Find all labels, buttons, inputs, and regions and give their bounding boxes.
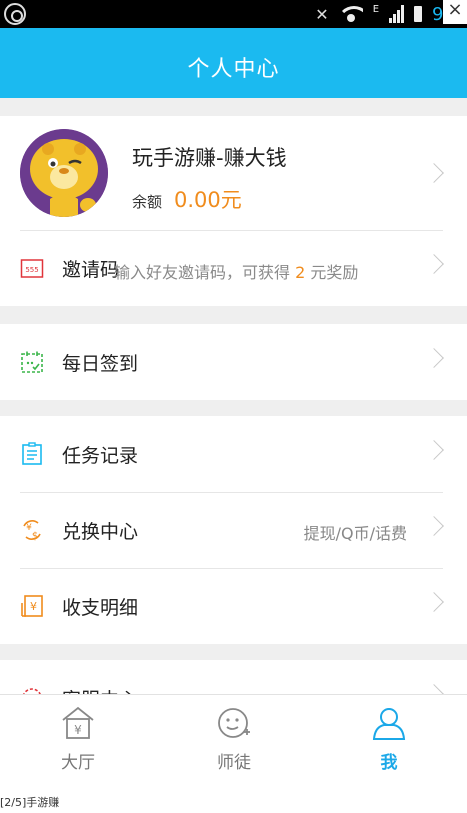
chevron-right-icon: [424, 516, 444, 536]
svg-text:$: $: [32, 531, 38, 542]
image-caption: [2/5]手游赚: [0, 796, 60, 809]
notification-icon: [4, 3, 26, 25]
chevron-right-icon: [424, 163, 444, 183]
nav-tab-lobby[interactable]: ¥ 大厅: [0, 695, 156, 787]
lion-avatar-icon: [20, 129, 108, 217]
divider: [20, 230, 443, 231]
page-title: 个人中心: [187, 57, 280, 82]
svg-text:¥: ¥: [30, 600, 37, 613]
mute-icon: ✕: [315, 4, 329, 24]
nav-label-me: 我: [380, 753, 398, 773]
task-records-label: 任务记录: [62, 445, 139, 467]
income-expense-label: 收支明细: [62, 597, 139, 619]
chevron-right-icon: [424, 592, 444, 612]
balance-label: 余额: [132, 193, 163, 211]
daily-checkin-row[interactable]: 每日签到: [0, 324, 467, 400]
section-gap: [0, 306, 467, 324]
lobby-icon: ¥: [60, 705, 96, 741]
network-type: E: [372, 3, 380, 15]
nav-label-mentor: 师徒: [217, 753, 251, 773]
income-expense-row[interactable]: ¥ 收支明细: [0, 568, 467, 644]
section-gap: [0, 98, 467, 116]
task-records-row[interactable]: 任务记录: [0, 416, 467, 492]
invite-code-input[interactable]: 输入好友邀请码，可获得 2 元奖励: [114, 259, 358, 283]
invite-code-label: 邀请码: [62, 259, 120, 281]
signal-icon: [389, 5, 405, 23]
invite-code-row[interactable]: 555 邀请码 输入好友邀请码，可获得 2 元奖励: [0, 230, 467, 306]
close-icon[interactable]: ×: [443, 0, 467, 24]
chevron-right-icon: [424, 348, 444, 368]
clipboard-icon: [20, 442, 44, 466]
status-bar: ✕ E 9:4: [0, 0, 467, 28]
section-gap: [0, 400, 467, 416]
mentor-icon: [216, 705, 252, 741]
divider: [20, 492, 443, 493]
yuan-ledger-icon: ¥: [20, 594, 44, 618]
currency-exchange-icon: ¥ $: [20, 518, 44, 542]
exchange-center-label: 兑换中心: [62, 521, 139, 543]
exchange-options-text: 提现/Q币/话费: [303, 524, 407, 543]
balance-value: 0.00元: [174, 188, 242, 212]
nav-tab-me[interactable]: 我: [311, 695, 467, 787]
profile-card[interactable]: 玩手游赚-赚大钱 余额 0.00元: [0, 116, 467, 230]
profile-name: 玩手游赚-赚大钱: [132, 146, 287, 170]
section-gap: [0, 644, 467, 660]
chevron-right-icon: [424, 254, 444, 274]
battery-icon: [414, 6, 423, 22]
divider: [20, 568, 443, 569]
wifi-icon: [338, 6, 363, 22]
invite-ticket-icon: 555: [20, 256, 44, 280]
chevron-right-icon: [424, 440, 444, 460]
svg-text:555: 555: [25, 266, 38, 274]
exchange-center-row[interactable]: ¥ $ 兑换中心 提现/Q币/话费: [0, 492, 467, 568]
daily-checkin-label: 每日签到: [62, 353, 139, 375]
bottom-nav: ¥ 大厅 师徒 我: [0, 694, 467, 786]
svg-text:¥: ¥: [74, 723, 82, 737]
avatar[interactable]: [20, 129, 108, 217]
calendar-icon: [20, 350, 44, 374]
me-icon: [371, 705, 407, 741]
app-header: 个人中心: [0, 28, 467, 98]
nav-tab-mentor[interactable]: 师徒: [156, 695, 312, 787]
nav-label-lobby: 大厅: [61, 753, 95, 773]
